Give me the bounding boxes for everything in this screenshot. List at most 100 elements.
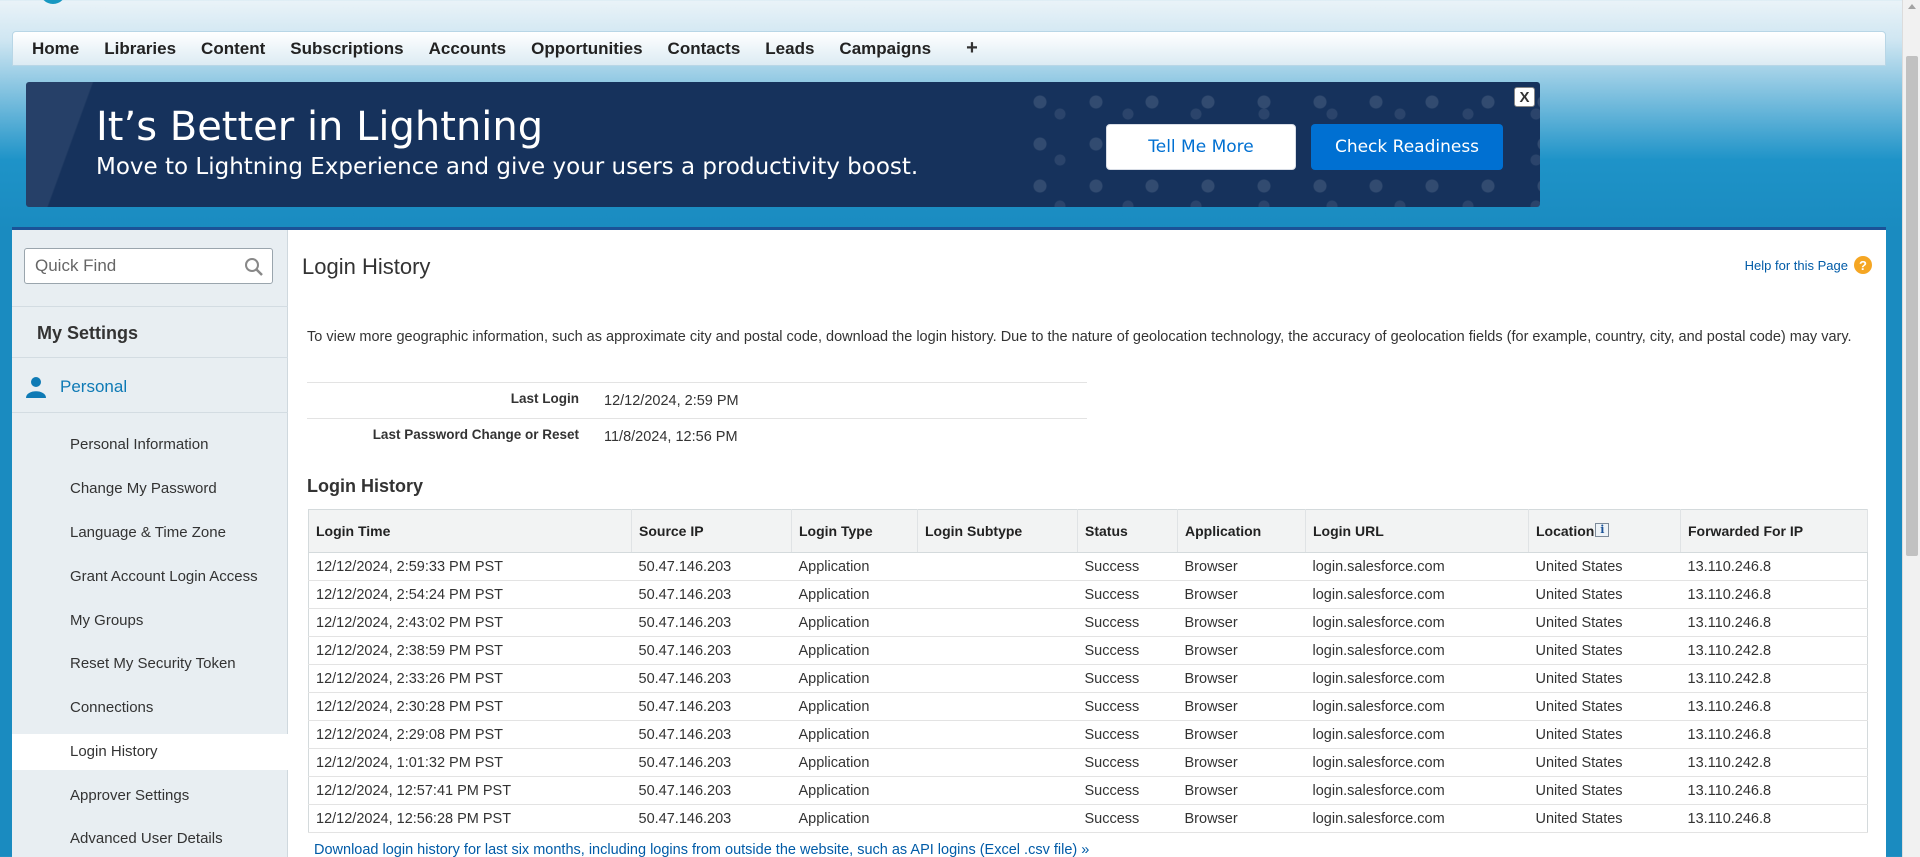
nav-tab-home[interactable]: Home [32, 39, 79, 59]
sidebar-item-change-password[interactable]: Change My Password [12, 471, 288, 507]
help-icon[interactable]: ? [1854, 256, 1872, 274]
column-header-status[interactable]: Status [1077, 509, 1178, 553]
nav-tab-libraries[interactable]: Libraries [104, 39, 176, 59]
cell-login-type: Application [791, 664, 918, 693]
cell-application: Browser [1177, 692, 1306, 721]
cell-login-subtype [917, 636, 1078, 665]
cell-login-type: Application [791, 804, 918, 833]
cell-location: United States [1528, 580, 1681, 609]
table-row: 12/12/2024, 2:30:28 PM PST 50.47.146.203 A… [308, 692, 1868, 721]
cell-application: Browser [1177, 748, 1306, 777]
column-header-forwarded-for-ip[interactable]: Forwarded For IP [1680, 509, 1868, 553]
cell-login-type: Application [791, 608, 918, 637]
tell-me-more-button[interactable]: Tell Me More [1106, 124, 1296, 170]
add-tab-plus-icon[interactable]: + [966, 37, 978, 60]
cell-login-type: Application [791, 692, 918, 721]
column-header-location[interactable]: Location i [1528, 509, 1681, 553]
search-icon[interactable] [244, 257, 264, 277]
cell-login-url: login.salesforce.com [1305, 692, 1529, 721]
nav-tab-accounts[interactable]: Accounts [429, 39, 506, 59]
column-header-source-ip[interactable]: Source IP [631, 509, 792, 553]
cell-login-url: login.salesforce.com [1305, 720, 1529, 749]
cell-login-url: login.salesforce.com [1305, 636, 1529, 665]
table-row: 12/12/2024, 12:56:28 PM PST 50.47.146.203… [308, 804, 1868, 833]
location-info-icon[interactable]: i [1595, 523, 1610, 537]
last-login-label: Last Login [510, 391, 579, 406]
help-for-page-link[interactable]: Help for this Page ? [1745, 256, 1872, 274]
cell-login-time: 12/12/2024, 2:30:28 PM PST [308, 692, 632, 721]
cell-application: Browser [1177, 776, 1306, 805]
cell-forwarded-for-ip: 13.110.242.8 [1680, 748, 1868, 777]
cell-source-ip: 50.47.146.203 [631, 776, 792, 805]
column-header-application[interactable]: Application [1177, 509, 1306, 553]
personal-section-header[interactable]: Personal [12, 361, 288, 413]
cell-login-type: Application [791, 636, 918, 665]
cell-login-time: 12/12/2024, 1:01:32 PM PST [308, 748, 632, 777]
cell-login-url: login.salesforce.com [1305, 552, 1529, 581]
nav-tab-campaigns[interactable]: Campaigns [839, 39, 931, 59]
cell-login-time: 12/12/2024, 2:33:26 PM PST [308, 664, 632, 693]
cell-status: Success [1077, 776, 1178, 805]
column-header-login-type[interactable]: Login Type [791, 509, 918, 553]
column-header-login-url[interactable]: Login URL [1305, 509, 1529, 553]
nav-tab-opportunities[interactable]: Opportunities [531, 39, 642, 59]
cell-source-ip: 50.47.146.203 [631, 552, 792, 581]
login-history-section-title: Login History [307, 476, 423, 496]
login-history-table-body: 12/12/2024, 2:59:33 PM PST 50.47.146.203 A… [308, 552, 1868, 833]
cell-location: United States [1528, 692, 1681, 721]
sidebar-item-my-groups[interactable]: My Groups [12, 603, 288, 639]
column-header-login-subtype[interactable]: Login Subtype [917, 509, 1078, 553]
check-readiness-button[interactable]: Check Readiness [1311, 124, 1503, 170]
settings-sidebar: My Settings Personal Personal Informatio… [12, 230, 288, 857]
cell-login-subtype [917, 720, 1078, 749]
table-row: 12/12/2024, 12:57:41 PM PST 50.47.146.203… [308, 776, 1868, 805]
sidebar-item-advanced-user-details[interactable]: Advanced User Details [12, 821, 288, 857]
quick-find-box[interactable] [24, 248, 273, 284]
cell-forwarded-for-ip: 13.110.246.8 [1680, 776, 1868, 805]
cell-location: United States [1528, 552, 1681, 581]
cell-login-type: Application [791, 776, 918, 805]
cell-status: Success [1077, 804, 1178, 833]
column-header-login-time[interactable]: Login Time [308, 509, 632, 553]
help-link-label[interactable]: Help for this Page [1745, 258, 1848, 273]
location-header-label: Location [1536, 523, 1595, 539]
table-row: 12/12/2024, 2:59:33 PM PST 50.47.146.203 A… [308, 552, 1868, 581]
sidebar-item-language-time-zone[interactable]: Language & Time Zone [12, 515, 288, 551]
cell-login-type: Application [791, 720, 918, 749]
sidebar-item-reset-security-token[interactable]: Reset My Security Token [12, 646, 288, 682]
sidebar-item-grant-account-login-access[interactable]: Grant Account Login Access [12, 559, 288, 595]
cell-login-time: 12/12/2024, 12:56:28 PM PST [308, 804, 632, 833]
page-scrollbar[interactable] [1902, 0, 1920, 857]
sidebar-item-personal-information[interactable]: Personal Information [12, 427, 288, 463]
cell-application: Browser [1177, 636, 1306, 665]
sidebar-item-login-history[interactable]: Login History [12, 734, 288, 770]
banner-subtitle: Move to Lightning Experience and give yo… [96, 154, 919, 180]
cell-forwarded-for-ip: 13.110.242.8 [1680, 636, 1868, 665]
top-navigation-bar: Home Libraries Content Subscriptions Acc… [12, 31, 1886, 66]
nav-tab-leads[interactable]: Leads [765, 39, 814, 59]
table-row: 12/12/2024, 2:54:24 PM PST 50.47.146.203 A… [308, 580, 1868, 609]
scrollbar-thumb[interactable] [1906, 56, 1918, 556]
last-password-change-label: Last Password Change or Reset [372, 427, 579, 442]
nav-tab-subscriptions[interactable]: Subscriptions [290, 39, 403, 59]
main-panel: Login History Help for this Page ? To vi… [302, 230, 1886, 857]
cell-source-ip: 50.47.146.203 [631, 692, 792, 721]
cell-forwarded-for-ip: 13.110.246.8 [1680, 580, 1868, 609]
cell-login-type: Application [791, 580, 918, 609]
nav-tab-content[interactable]: Content [201, 39, 265, 59]
quick-find-input[interactable] [35, 256, 235, 276]
sidebar-item-approver-settings[interactable]: Approver Settings [12, 778, 288, 814]
salesforce-logo[interactable] [40, 0, 66, 4]
download-login-history-link[interactable]: Download login history for last six mont… [314, 842, 1089, 857]
banner-close-icon[interactable]: X [1514, 87, 1535, 107]
cell-status: Success [1077, 636, 1178, 665]
cell-login-subtype [917, 804, 1078, 833]
last-password-change-value: 11/8/2024, 12:56 PM [604, 429, 738, 445]
cell-login-type: Application [791, 748, 918, 777]
nav-tab-contacts[interactable]: Contacts [668, 39, 741, 59]
cell-login-url: login.salesforce.com [1305, 804, 1529, 833]
cell-status: Success [1077, 748, 1178, 777]
scroll-up-arrow-icon[interactable] [1908, 4, 1916, 9]
sidebar-item-connections[interactable]: Connections [12, 690, 288, 726]
table-row: 12/12/2024, 2:43:02 PM PST 50.47.146.203 A… [308, 608, 1868, 637]
